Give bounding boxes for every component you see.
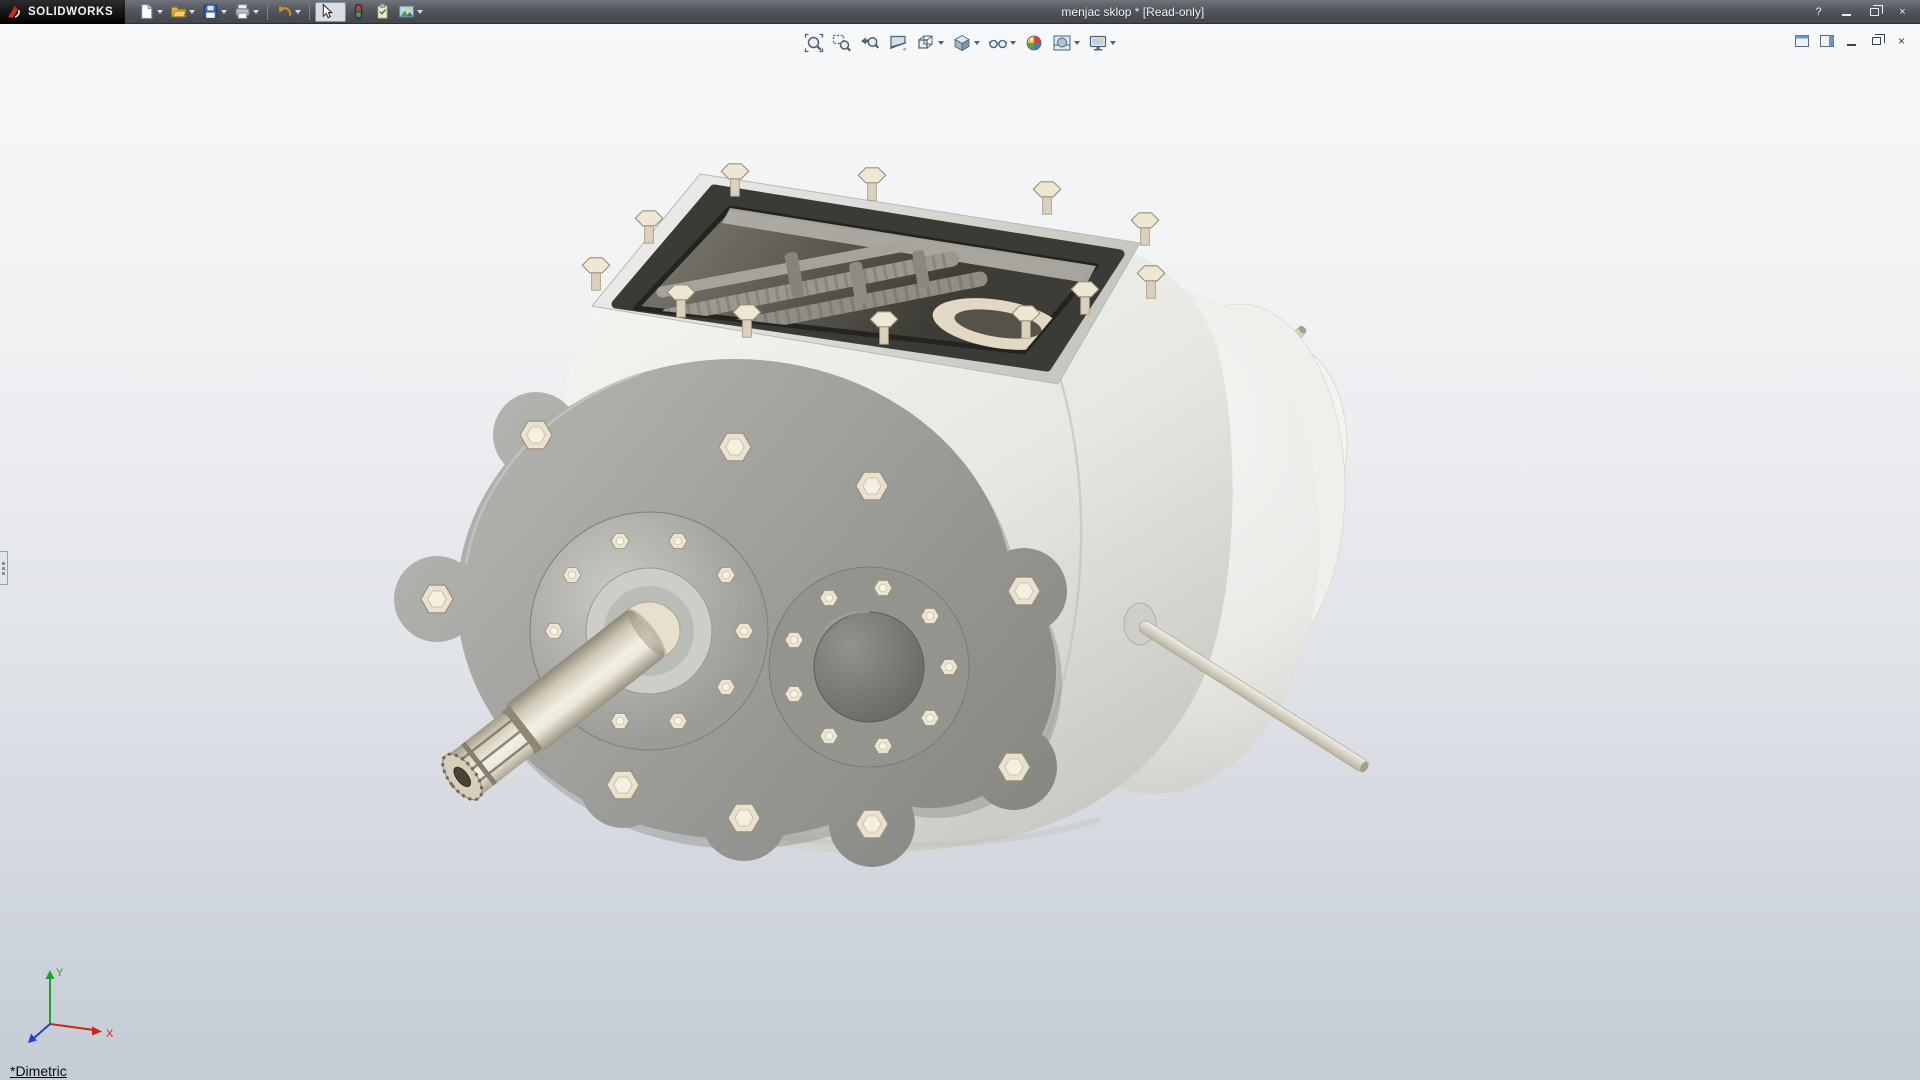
dropdown-arrow-icon[interactable] xyxy=(157,10,163,14)
dropdown-arrow-icon[interactable] xyxy=(974,41,980,45)
display-pane-icon xyxy=(1820,35,1834,47)
close-button[interactable]: × xyxy=(1890,4,1915,21)
zoom-to-area-icon xyxy=(832,33,852,53)
previous-view-button[interactable] xyxy=(857,31,883,55)
brand-name: SOLIDWORKS xyxy=(28,6,113,18)
document-restore-button[interactable] xyxy=(1866,31,1887,50)
appearance-button[interactable] xyxy=(395,2,426,22)
dropdown-arrow-icon[interactable] xyxy=(189,10,195,14)
brand-area: SOLIDWORKS xyxy=(0,0,125,24)
print-button[interactable] xyxy=(231,2,262,22)
zoom-to-fit-button[interactable] xyxy=(801,31,827,55)
feature-pane-button[interactable] xyxy=(1791,31,1812,50)
document-window-controls: × xyxy=(1791,31,1912,50)
dropdown-arrow-icon[interactable] xyxy=(221,10,227,14)
close-icon: × xyxy=(1898,34,1905,48)
options-button[interactable] xyxy=(371,2,394,22)
panel-splitter-handle[interactable] xyxy=(0,551,8,585)
dropdown-arrow-icon[interactable] xyxy=(253,10,259,14)
toolbar-separator xyxy=(267,4,268,20)
new-document-button[interactable] xyxy=(135,2,166,22)
solidworks-logo-icon xyxy=(6,4,22,20)
rebuild-button[interactable] xyxy=(347,2,370,22)
open-icon xyxy=(170,3,187,20)
display-style-icon xyxy=(952,33,972,53)
triad-x-label: X xyxy=(106,1028,114,1040)
dropdown-arrow-icon[interactable] xyxy=(417,10,423,14)
dropdown-arrow-icon[interactable] xyxy=(1010,41,1016,45)
graphics-viewport[interactable]: × Y X *Dimetric xyxy=(0,24,1920,1080)
undo-button[interactable] xyxy=(273,2,304,22)
view-orientation-button[interactable] xyxy=(913,31,947,55)
select-icon xyxy=(318,3,335,20)
minimize-icon xyxy=(1842,14,1851,16)
reference-triad[interactable]: Y X xyxy=(18,962,128,1054)
dropdown-arrow-icon[interactable] xyxy=(1074,41,1080,45)
view-orientation-icon xyxy=(916,33,936,53)
dropdown-arrow-icon[interactable] xyxy=(295,10,301,14)
hide-show-items-button[interactable] xyxy=(985,31,1019,55)
view-settings-icon xyxy=(1088,33,1108,53)
restore-icon xyxy=(1870,8,1879,16)
display-style-button[interactable] xyxy=(949,31,983,55)
apply-scene-icon xyxy=(1052,33,1072,53)
undo-icon xyxy=(276,3,293,20)
view-settings-button[interactable] xyxy=(1085,31,1119,55)
model-gearbox-assembly[interactable] xyxy=(394,164,1371,867)
zoom-to-fit-icon xyxy=(804,33,824,53)
zoom-to-area-button[interactable] xyxy=(829,31,855,55)
edit-appearance-icon xyxy=(1024,33,1044,53)
section-view-button[interactable] xyxy=(885,31,911,55)
window-title: menjac sklop * [Read-only] xyxy=(1061,5,1204,19)
quick-access-toolbar xyxy=(125,0,426,24)
heads-up-view-toolbar xyxy=(801,31,1119,55)
new-document-icon xyxy=(138,3,155,20)
restore-icon xyxy=(1872,37,1881,45)
previous-view-icon xyxy=(860,33,880,53)
section-view-icon xyxy=(888,33,908,53)
appearance-icon xyxy=(398,3,415,20)
minimize-button[interactable] xyxy=(1834,4,1859,21)
triad-y-label: Y xyxy=(56,967,64,979)
display-pane-button[interactable] xyxy=(1816,31,1837,50)
apply-scene-button[interactable] xyxy=(1049,31,1083,55)
model-side-cover-boss[interactable] xyxy=(769,567,969,767)
options-icon xyxy=(374,3,391,20)
document-minimize-button[interactable] xyxy=(1841,31,1862,50)
help-button[interactable]: ? xyxy=(1806,4,1831,21)
restore-button[interactable] xyxy=(1862,4,1887,21)
hide-show-items-icon xyxy=(988,33,1008,53)
rebuild-icon xyxy=(350,3,367,20)
document-close-button[interactable]: × xyxy=(1891,31,1912,50)
feature-pane-icon xyxy=(1795,35,1809,47)
close-icon: × xyxy=(1899,6,1905,18)
dropdown-arrow-icon[interactable] xyxy=(1110,41,1116,45)
help-glyph: ? xyxy=(1815,6,1821,18)
minimize-icon xyxy=(1847,44,1856,46)
dropdown-arrow-icon[interactable] xyxy=(337,10,343,14)
save-button[interactable] xyxy=(199,2,230,22)
solidworks-window: SOLIDWORKS xyxy=(0,0,1920,1080)
save-icon xyxy=(202,3,219,20)
open-button[interactable] xyxy=(167,2,198,22)
edit-appearance-button[interactable] xyxy=(1021,31,1047,55)
select-button[interactable] xyxy=(315,2,346,22)
window-controls: ? × xyxy=(1806,0,1915,24)
toolbar-separator xyxy=(309,4,310,20)
print-icon xyxy=(234,3,251,20)
dropdown-arrow-icon[interactable] xyxy=(938,41,944,45)
graphics-area[interactable] xyxy=(0,24,1920,1080)
view-orientation-label: *Dimetric xyxy=(10,1063,67,1079)
titlebar: SOLIDWORKS xyxy=(0,0,1920,24)
